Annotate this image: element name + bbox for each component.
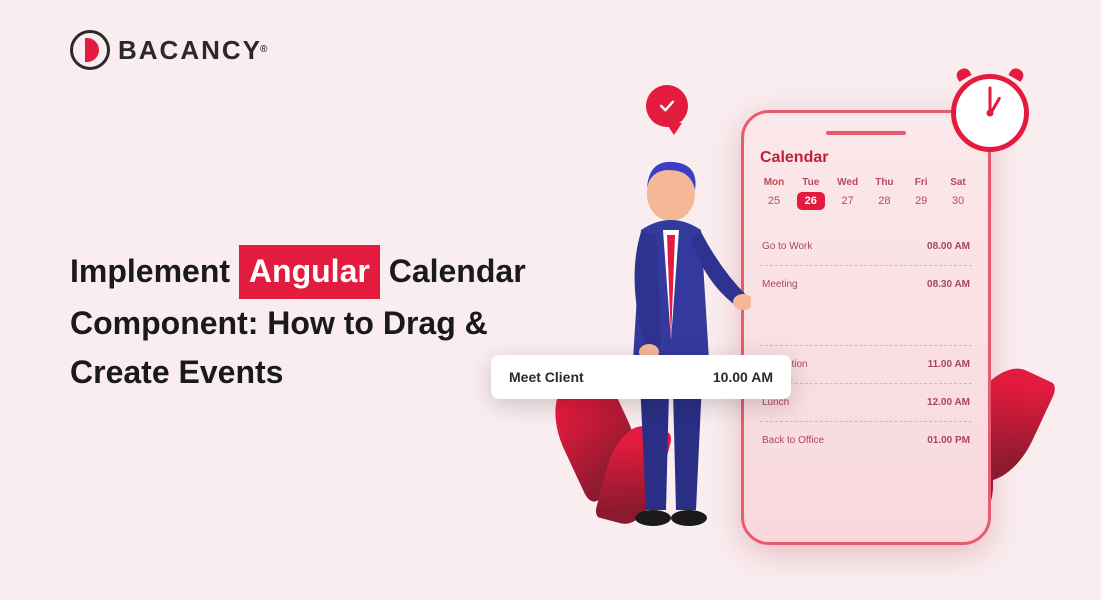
event-label: Back to Office: [762, 435, 824, 446]
event-list: Go to Work 08.00 AM Meeting 08.30 AM Inspe…: [760, 228, 972, 459]
event-row[interactable]: Lunch12.00 AM: [760, 383, 972, 421]
day-label: Tue: [797, 177, 825, 188]
floating-event-time: 10.00 AM: [713, 369, 773, 385]
day-label: Mon: [760, 177, 788, 188]
event-label: Go to Work: [762, 241, 812, 252]
clock-icon: [944, 67, 1036, 159]
floating-event-card[interactable]: Meet Client 10.00 AM: [491, 355, 791, 399]
event-time: 12.00 AM: [927, 397, 970, 408]
logo-registered: ®: [260, 44, 267, 55]
date-cell[interactable]: 30: [944, 192, 972, 210]
date-cell[interactable]: 29: [907, 192, 935, 210]
logo-name: BACANCY: [118, 35, 262, 65]
event-row[interactable]: Meeting 08.30 AM: [760, 265, 972, 303]
event-row[interactable]: Back to Office 01.00 PM: [760, 421, 972, 459]
illustration-scene: Calendar Mon Tue Wed Thu Fri Sat 25 26 2…: [571, 75, 1031, 555]
clock-face-icon: [951, 74, 1029, 152]
date-cell[interactable]: 25: [760, 192, 788, 210]
headline-part2: Calendar: [389, 253, 526, 289]
brand-logo: BACANCY®: [70, 30, 267, 70]
calendar-dates-row: 25 26 27 28 29 30: [760, 192, 972, 210]
event-row[interactable]: Go to Work 08.00 AM: [760, 228, 972, 265]
calendar-days-row: Mon Tue Wed Thu Fri Sat: [760, 177, 972, 188]
event-label: Meeting: [762, 279, 798, 290]
calendar-title: Calendar: [760, 149, 972, 167]
headline-line3: Create Events: [70, 348, 526, 398]
logo-text: BACANCY®: [118, 35, 267, 66]
day-label: Wed: [834, 177, 862, 188]
day-label: Thu: [870, 177, 898, 188]
event-time: 08.30 AM: [927, 279, 970, 290]
phone-notch-icon: [826, 131, 906, 135]
checkmark-bubble-icon: [646, 85, 688, 127]
day-label: Fri: [907, 177, 935, 188]
event-row[interactable]: Inspection11.00 AM: [760, 345, 972, 383]
phone-mockup: Calendar Mon Tue Wed Thu Fri Sat 25 26 2…: [741, 110, 991, 545]
person-illustration-icon: [591, 140, 751, 540]
page-title: Implement Angular Calendar Component: Ho…: [70, 245, 526, 398]
floating-event-label: Meet Client: [509, 369, 584, 385]
day-label: Sat: [944, 177, 972, 188]
headline-part1: Implement: [70, 253, 230, 289]
check-icon: [657, 96, 677, 116]
event-time: 01.00 PM: [927, 435, 970, 446]
date-cell-selected[interactable]: 26: [797, 192, 825, 210]
logo-mark-icon: [70, 30, 110, 70]
clock-center-dot: [987, 110, 994, 117]
headline-highlight: Angular: [239, 245, 380, 299]
event-time: 08.00 AM: [927, 241, 970, 252]
date-cell[interactable]: 27: [834, 192, 862, 210]
event-time: 11.00 AM: [928, 359, 970, 370]
headline-line2: Component: How to Drag &: [70, 299, 526, 349]
date-cell[interactable]: 28: [870, 192, 898, 210]
